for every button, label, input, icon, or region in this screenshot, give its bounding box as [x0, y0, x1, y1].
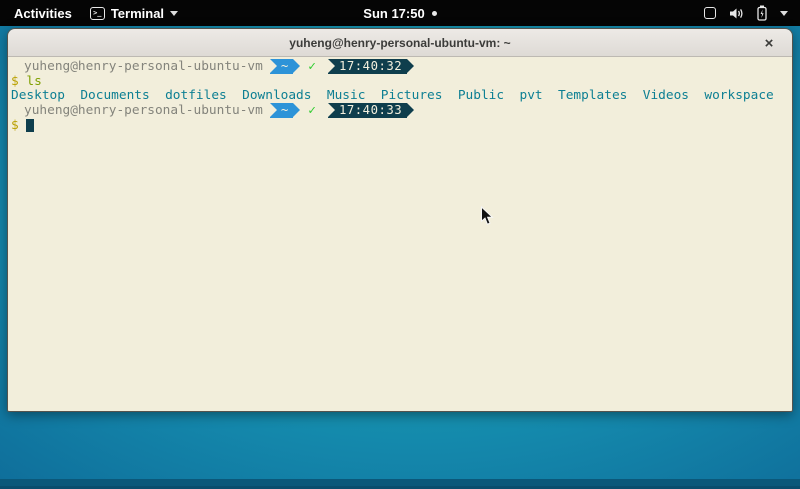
volume-icon	[729, 7, 744, 20]
app-menu-label: Terminal	[111, 6, 164, 21]
terminal-window: yuheng@henry-personal-ubuntu-vm: ~ × yuh…	[7, 28, 793, 412]
close-button[interactable]: ×	[758, 29, 780, 57]
system-status-area[interactable]	[704, 5, 800, 21]
desktop-screen: Activities >_ Terminal Sun 17:50	[0, 0, 800, 489]
powerline-time-segment: 17:40:32	[328, 59, 407, 74]
activities-button[interactable]: Activities	[14, 6, 72, 21]
prompt-symbol: $	[11, 118, 19, 133]
window-title: yuheng@henry-personal-ubuntu-vm: ~	[289, 36, 510, 50]
prompt-line-1: yuheng@henry-personal-ubuntu-vm ~ ✓ 17:4…	[11, 59, 790, 74]
status-check-icon: ✓	[308, 103, 316, 118]
desktop-wallpaper: yuheng@henry-personal-ubuntu-vm: ~ × yuh…	[0, 26, 800, 489]
terminal-block-cursor	[26, 119, 34, 132]
powerline-time-segment: 17:40:33	[328, 103, 407, 118]
window-titlebar[interactable]: yuheng@henry-personal-ubuntu-vm: ~ ×	[8, 29, 792, 57]
wallpaper-bottom-band	[0, 479, 800, 489]
prompt-user-host: yuheng@henry-personal-ubuntu-vm	[11, 103, 263, 118]
terminal-app-icon: >_	[90, 7, 105, 20]
input-line: $	[11, 118, 790, 133]
mouse-pointer-icon	[480, 206, 494, 226]
command-line: $ ls	[11, 74, 790, 89]
clock[interactable]: Sun 17:50	[363, 6, 424, 21]
gnome-top-bar: Activities >_ Terminal Sun 17:50	[0, 0, 800, 26]
ls-output-line: Desktop Documents dotfiles Downloads Mus…	[11, 88, 790, 103]
typed-command: ls	[26, 74, 41, 89]
battery-charging-icon	[757, 5, 767, 21]
notification-dot-icon	[432, 11, 437, 16]
status-check-icon: ✓	[308, 59, 316, 74]
chevron-down-icon	[170, 11, 178, 16]
system-menu-chevron-icon	[780, 11, 788, 16]
terminal-content[interactable]: yuheng@henry-personal-ubuntu-vm ~ ✓ 17:4…	[8, 57, 792, 411]
prompt-line-2: yuheng@henry-personal-ubuntu-vm ~ ✓ 17:4…	[11, 103, 790, 118]
prompt-symbol: $	[11, 74, 19, 89]
powerline-cwd-segment: ~	[270, 59, 293, 74]
display-icon	[704, 7, 716, 19]
prompt-user-host: yuheng@henry-personal-ubuntu-vm	[11, 59, 263, 74]
powerline-cwd-segment: ~	[270, 103, 293, 118]
directory-listing: Desktop Documents dotfiles Downloads Mus…	[11, 88, 774, 103]
app-menu-terminal[interactable]: >_ Terminal	[90, 6, 178, 21]
